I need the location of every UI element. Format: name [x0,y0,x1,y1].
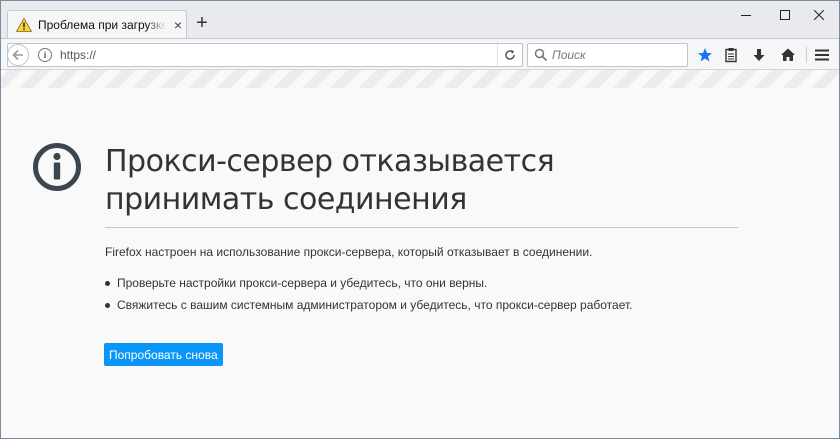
bullet-icon [105,302,110,308]
tab-title: Проблема при загрузке стр [38,17,166,32]
error-page-stripes [1,70,839,88]
toolbar-separator [806,47,807,63]
browser-window: Проблема при загрузке стр × + i https:// [0,0,840,439]
star-icon [698,48,712,62]
suggestion-text: Свяжитесь с вашим системным администрато… [117,298,633,312]
clipboard-icon [725,48,737,63]
bullet-icon [105,280,110,286]
arrow-left-icon [12,49,23,61]
downloads-button[interactable] [749,45,769,65]
tab-active[interactable]: Проблема при загрузке стр × [7,10,187,38]
suggestion-list: Проверьте настройки прокси-сервера и убе… [105,272,633,316]
navigation-toolbar: i https:// Поиск [1,38,839,70]
reload-icon [505,49,515,60]
search-bar[interactable]: Поиск [527,43,688,67]
tab-close-icon[interactable]: × [170,17,186,33]
close-icon[interactable] [796,1,839,29]
error-description: Firefox настроен на использование прокси… [105,245,593,259]
search-input[interactable]: Поиск [552,48,586,62]
bookmark-star-button[interactable] [695,45,715,65]
back-button[interactable] [7,44,29,66]
home-icon [781,48,795,61]
bookmarks-menu-button[interactable] [721,45,741,65]
reload-button[interactable] [497,44,522,66]
divider [105,227,738,228]
open-menu-button[interactable] [812,45,832,65]
warning-icon [16,17,32,33]
site-info-icon[interactable]: i [38,48,52,62]
error-page: Прокси-сервер отказывается принимать сое… [1,88,839,438]
suggestion-text: Проверьте настройки прокси-сервера и убе… [117,276,488,290]
search-icon [534,48,548,62]
try-again-button[interactable]: Попробовать снова [104,343,223,366]
download-icon [753,49,765,61]
tab-strip: Проблема при загрузке стр × + [1,1,839,38]
info-icon [33,143,81,191]
error-title: Прокси-сервер отказывается принимать сое… [105,144,555,217]
new-tab-button[interactable]: + [193,13,211,33]
hamburger-menu-icon [815,49,829,61]
home-button[interactable] [778,45,798,65]
list-item: Проверьте настройки прокси-сервера и убе… [105,272,633,294]
url-bar[interactable]: i https:// [7,43,523,67]
url-text[interactable]: https:// [60,48,497,62]
list-item: Свяжитесь с вашим системным администрато… [105,294,633,316]
